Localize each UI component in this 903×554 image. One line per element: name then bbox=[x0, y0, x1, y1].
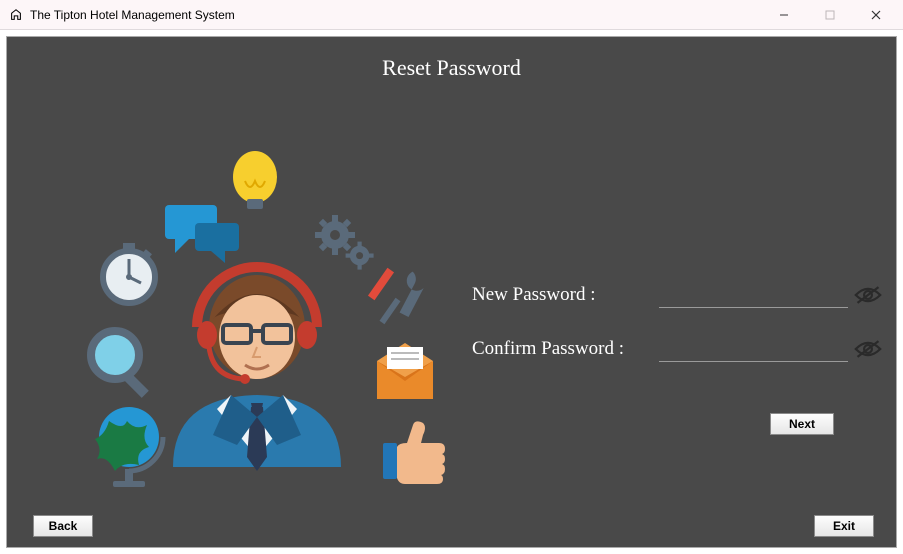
main-panel: Reset Password bbox=[6, 36, 897, 548]
confirm-password-row: Confirm Password : bbox=[472, 336, 882, 362]
window-titlebar: The Tipton Hotel Management System bbox=[0, 0, 903, 30]
close-button[interactable] bbox=[853, 0, 899, 30]
content-area: Reset Password bbox=[0, 30, 903, 554]
maximize-button bbox=[807, 0, 853, 30]
page-title: Reset Password bbox=[7, 37, 896, 81]
window-title: The Tipton Hotel Management System bbox=[30, 8, 235, 22]
toggle-new-password-visibility[interactable] bbox=[854, 284, 882, 306]
magnifier-icon bbox=[91, 331, 149, 398]
eye-hidden-icon bbox=[854, 339, 882, 359]
exit-button[interactable]: Exit bbox=[814, 515, 874, 537]
eye-hidden-icon bbox=[854, 285, 882, 305]
globe-icon bbox=[95, 407, 163, 487]
new-password-row: New Password : bbox=[472, 282, 882, 308]
confirm-password-input[interactable] bbox=[659, 336, 848, 362]
stopwatch-icon bbox=[103, 243, 155, 303]
app-icon bbox=[8, 7, 24, 23]
envelope-icon bbox=[377, 343, 433, 399]
tools-icon bbox=[368, 268, 428, 324]
back-button[interactable]: Back bbox=[33, 515, 93, 537]
lightbulb-icon bbox=[233, 151, 277, 209]
reset-password-form: New Password : Confirm Password : bbox=[472, 282, 882, 390]
speech-bubbles-icon bbox=[165, 205, 239, 263]
minimize-button[interactable] bbox=[761, 0, 807, 30]
confirm-password-label: Confirm Password : bbox=[472, 338, 659, 360]
toggle-confirm-password-visibility[interactable] bbox=[854, 338, 882, 360]
next-button[interactable]: Next bbox=[770, 413, 834, 435]
thumbs-up-icon bbox=[383, 421, 445, 484]
support-illustration bbox=[47, 127, 467, 497]
new-password-input[interactable] bbox=[659, 282, 848, 308]
gears-icon bbox=[315, 215, 374, 270]
support-person-icon bbox=[173, 267, 341, 471]
new-password-label: New Password : bbox=[472, 284, 659, 306]
